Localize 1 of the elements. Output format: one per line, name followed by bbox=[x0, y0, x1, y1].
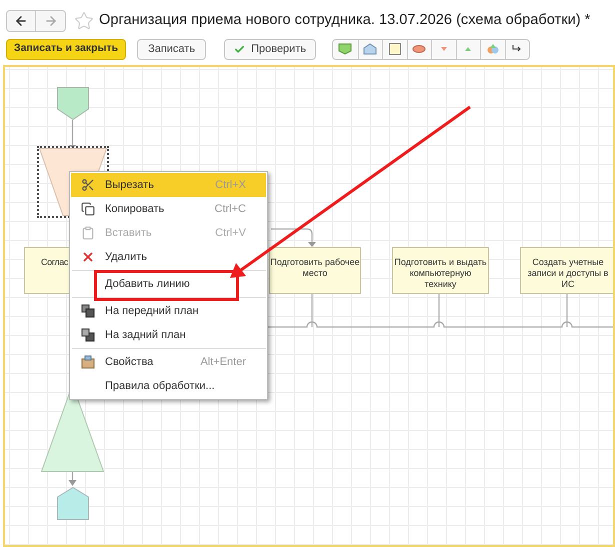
window-title: Организация приема нового сотрудника. 13.07.2026 (схема обработки) * bbox=[99, 11, 590, 30]
